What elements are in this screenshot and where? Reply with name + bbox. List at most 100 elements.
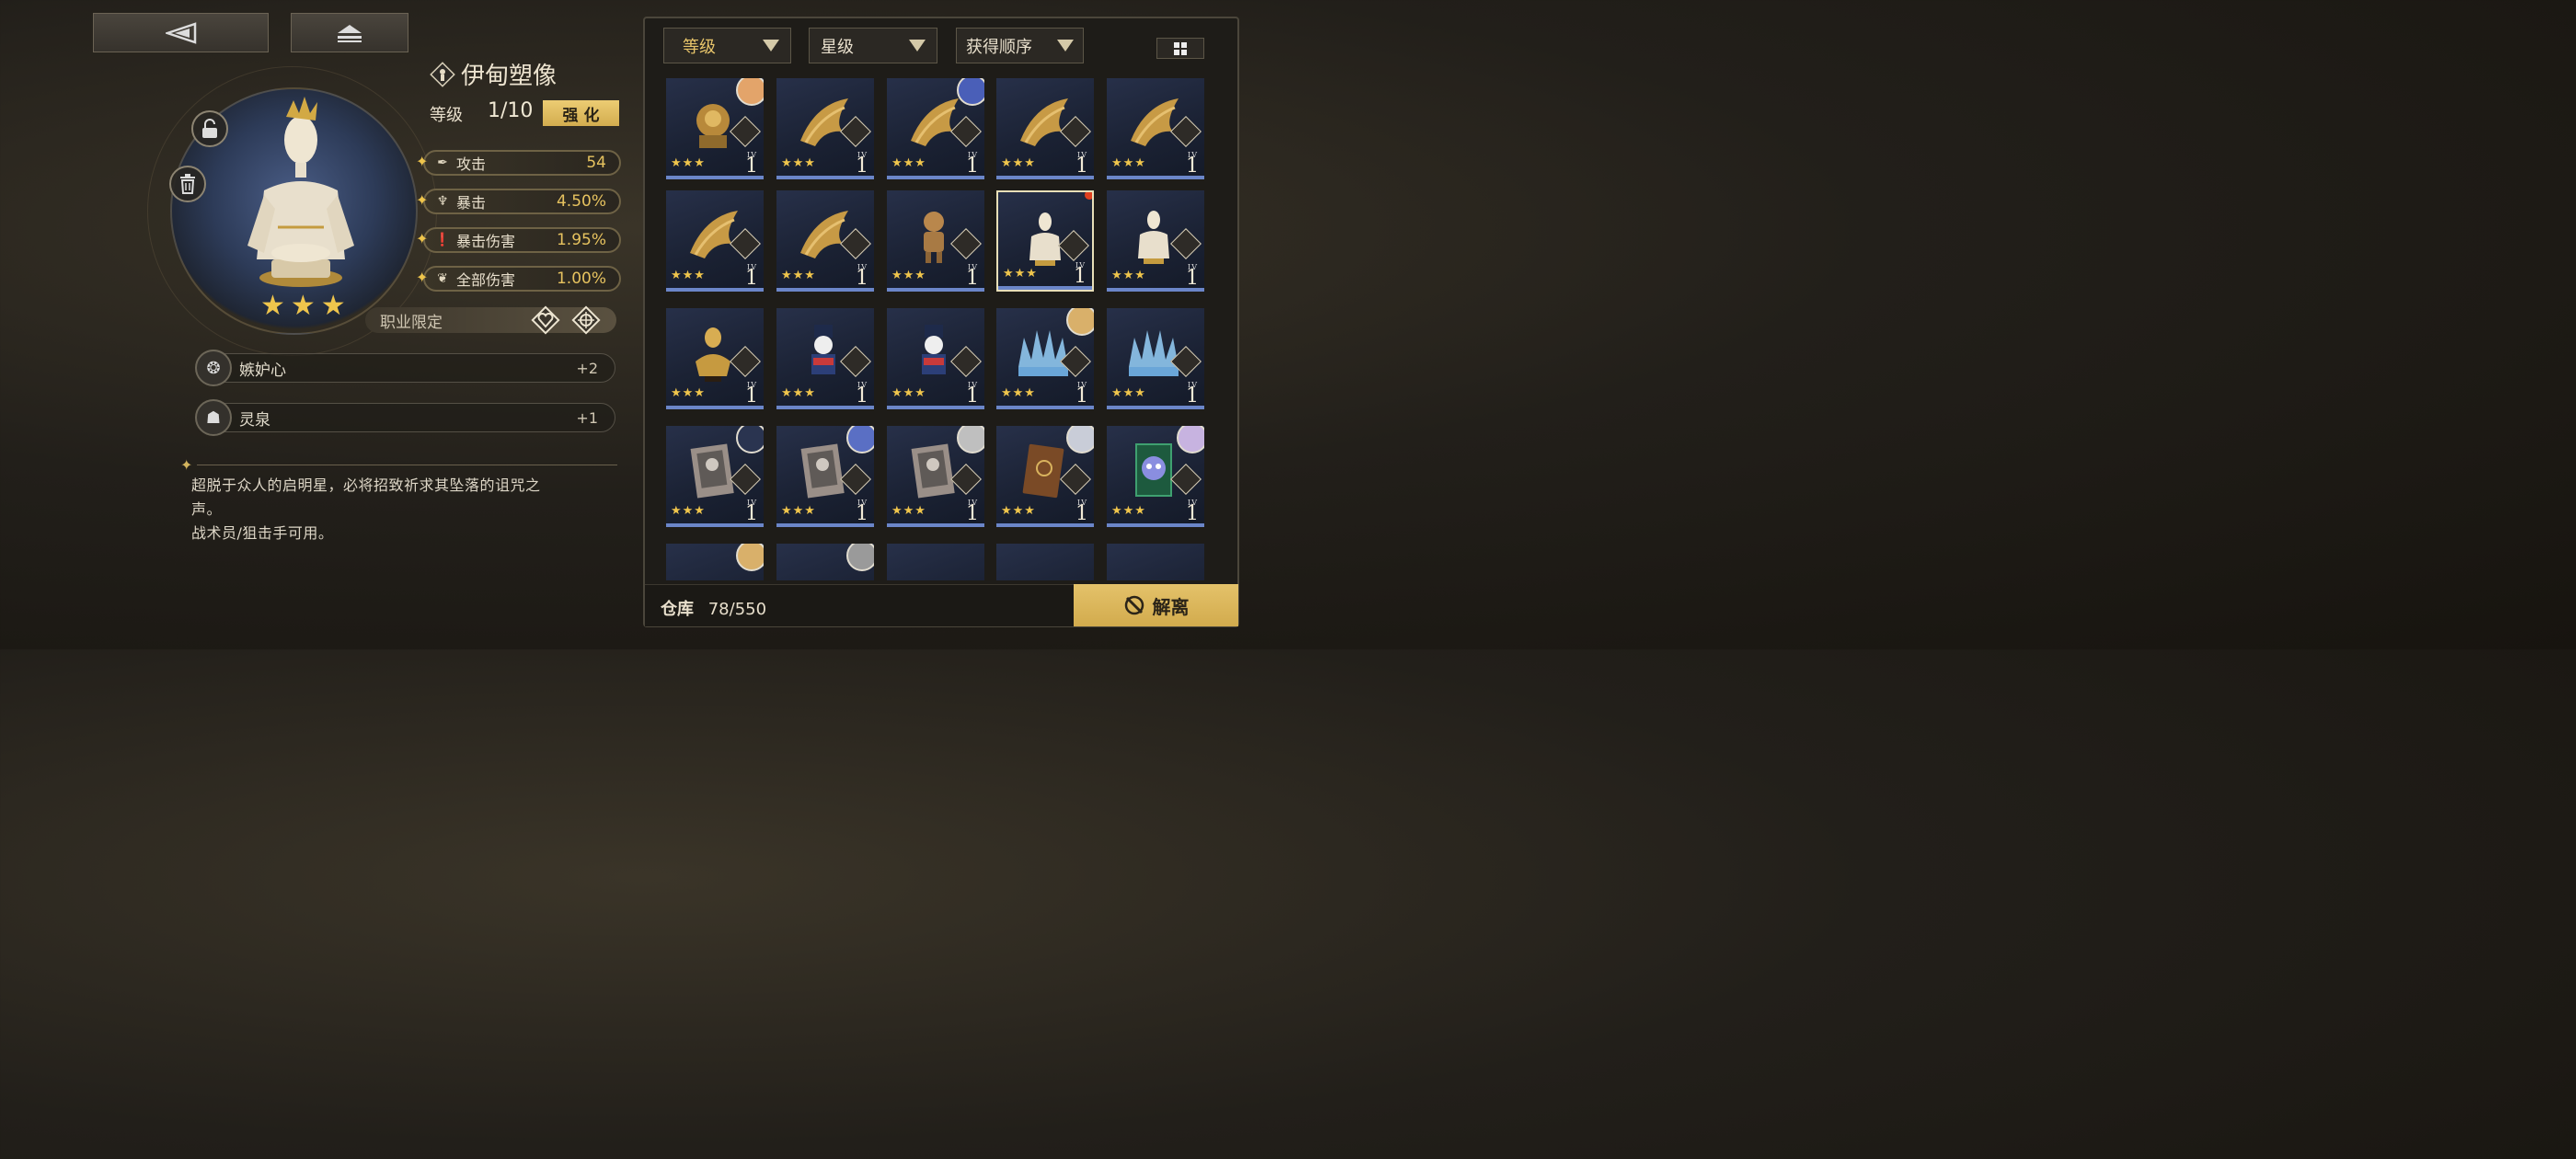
level-row: 等级 bbox=[430, 102, 463, 126]
equipped-by-avatar bbox=[846, 544, 874, 571]
card-stars: ★★★ bbox=[1003, 267, 1038, 281]
item-name: 伊甸塑像 bbox=[461, 63, 558, 90]
equipment-card[interactable] bbox=[776, 544, 874, 580]
card-level: 1 bbox=[1186, 384, 1199, 407]
chevron-down-icon bbox=[1057, 40, 1074, 52]
card-level: 1 bbox=[1186, 155, 1199, 178]
card-rarity-bar bbox=[776, 288, 874, 292]
equipment-card[interactable]: ★★★ LV 1 bbox=[1107, 308, 1204, 409]
equipment-card[interactable]: ★★★ LV 1 bbox=[996, 308, 1094, 409]
crit-icon: ♆ bbox=[436, 194, 449, 209]
equipment-card[interactable]: ★★★ LV 1 bbox=[887, 308, 984, 409]
card-rarity-bar bbox=[998, 286, 1092, 290]
stat-name: 暴击 bbox=[456, 194, 487, 212]
job-restriction: 职业限定 bbox=[365, 305, 616, 335]
defender-class-icon bbox=[531, 305, 560, 335]
all-damage-icon: ❦ bbox=[437, 271, 448, 286]
equipment-card[interactable]: ★★★ LV 1 bbox=[996, 78, 1094, 179]
equipment-art-gold-bust bbox=[696, 327, 730, 382]
equipment-card[interactable]: ★★★ LV 1 bbox=[666, 308, 764, 409]
equipment-art-photo bbox=[800, 443, 845, 499]
equipment-card[interactable]: ★★★ LV 1 bbox=[776, 426, 874, 527]
card-level: 1 bbox=[745, 502, 758, 525]
sparkle-icon: ✦ bbox=[416, 230, 429, 247]
equipment-art-partial bbox=[907, 560, 960, 580]
dismantle-label: 解离 bbox=[1152, 595, 1190, 618]
filter-star-dropdown[interactable]: 星级 bbox=[809, 28, 937, 63]
card-level: 1 bbox=[856, 155, 868, 178]
level-label: 等级 bbox=[430, 106, 463, 125]
subskill-row[interactable]: ❂ 嫉妒心 +2 bbox=[195, 350, 615, 386]
equipment-art-nutcracker bbox=[922, 325, 946, 374]
card-stars: ★★★ bbox=[781, 386, 816, 400]
equipment-card[interactable]: ★★★ LV 1 bbox=[1107, 426, 1204, 527]
sword-icon: ✒ bbox=[437, 155, 448, 170]
card-rarity-bar bbox=[887, 288, 984, 292]
equipment-card[interactable]: ★★★ LV 1 bbox=[887, 78, 984, 179]
equipment-card[interactable]: ★★★ LV 1 bbox=[666, 78, 764, 179]
equipped-by-avatar bbox=[957, 426, 984, 453]
equipment-art-gold-wings bbox=[1020, 98, 1068, 146]
card-stars: ★★★ bbox=[1001, 504, 1036, 518]
level-value: 1/10 bbox=[488, 99, 534, 122]
card-level: 1 bbox=[966, 502, 979, 525]
stat-name: 暴击伤害 bbox=[456, 233, 516, 250]
card-stars: ★★★ bbox=[671, 386, 706, 400]
equipment-card[interactable]: ★★★ LV 1 bbox=[776, 78, 874, 179]
dismantle-button[interactable]: 解离 bbox=[1074, 584, 1238, 626]
equipment-card[interactable]: ★★★ LV 1 bbox=[666, 190, 764, 292]
equipment-card[interactable] bbox=[1107, 544, 1204, 580]
card-level: 1 bbox=[966, 155, 979, 178]
equipment-card[interactable]: ★★★ LV 1 bbox=[776, 308, 874, 409]
card-stars: ★★★ bbox=[1111, 504, 1146, 518]
equipment-card[interactable]: ★★★ LV 1 bbox=[1107, 78, 1204, 179]
card-stars: ★★★ bbox=[781, 156, 816, 170]
equipment-card[interactable]: ★★★ LV 1 bbox=[887, 426, 984, 527]
equipment-card[interactable]: ★★★ LV 1 bbox=[996, 426, 1094, 527]
equipment-card[interactable] bbox=[887, 544, 984, 580]
equipment-art-partial bbox=[686, 560, 740, 580]
sparkle-icon: ✦ bbox=[416, 269, 429, 286]
equipment-art-nutcracker bbox=[811, 325, 835, 374]
equipment-card[interactable]: ★★★ LV 1 bbox=[776, 190, 874, 292]
eject-icon bbox=[338, 24, 362, 42]
class-emblem-icon bbox=[430, 61, 455, 87]
card-level: 1 bbox=[1075, 384, 1088, 407]
equipped-by-avatar bbox=[1066, 426, 1094, 453]
chevron-down-icon bbox=[909, 40, 926, 52]
card-stars: ★★★ bbox=[1001, 386, 1036, 400]
equipment-card[interactable]: ★★★ LV 1 bbox=[1107, 190, 1204, 292]
card-rarity-bar bbox=[666, 288, 764, 292]
card-rarity-bar bbox=[666, 406, 764, 409]
card-rarity-bar bbox=[1107, 288, 1204, 292]
equipment-art-ice-crown bbox=[1129, 330, 1179, 376]
enhance-button[interactable]: 强 化 bbox=[543, 100, 619, 126]
subskill-name: 嫉妒心 bbox=[239, 361, 286, 380]
equipment-card[interactable]: ★★★ LV 1 bbox=[996, 190, 1094, 292]
equipment-art-gold-wings bbox=[800, 98, 848, 146]
warehouse-label: 仓库 bbox=[661, 600, 694, 619]
card-rarity-bar bbox=[887, 406, 984, 409]
equipment-art-puppet bbox=[924, 212, 944, 263]
subskill-row[interactable]: ☗ 灵泉 +1 bbox=[195, 399, 615, 436]
filter-label: 等级 bbox=[683, 37, 716, 57]
equipment-card[interactable] bbox=[666, 544, 764, 580]
equipment-card[interactable] bbox=[996, 544, 1094, 580]
sparkle-icon: ✦ bbox=[416, 191, 429, 209]
lock-button[interactable] bbox=[191, 110, 228, 147]
home-button[interactable] bbox=[291, 13, 408, 52]
equipment-art-brown-book bbox=[1022, 443, 1064, 499]
discard-button[interactable] bbox=[169, 166, 206, 202]
stat-value: 54 bbox=[586, 154, 606, 172]
back-button[interactable] bbox=[93, 13, 269, 52]
filter-level-dropdown[interactable]: 等级 bbox=[663, 28, 791, 63]
equipment-card[interactable]: ★★★ LV 1 bbox=[666, 426, 764, 527]
card-rarity-bar bbox=[996, 406, 1094, 409]
description-line: 战术员/狙击手可用。 bbox=[191, 524, 334, 542]
card-stars: ★★★ bbox=[671, 504, 706, 518]
filter-order-dropdown[interactable]: 获得顺序 bbox=[956, 28, 1084, 63]
equipment-card[interactable]: ★★★ LV 1 bbox=[887, 190, 984, 292]
grid-view-button[interactable] bbox=[1156, 38, 1204, 59]
equipped-by-avatar bbox=[736, 426, 764, 453]
filter-label: 星级 bbox=[821, 37, 854, 57]
